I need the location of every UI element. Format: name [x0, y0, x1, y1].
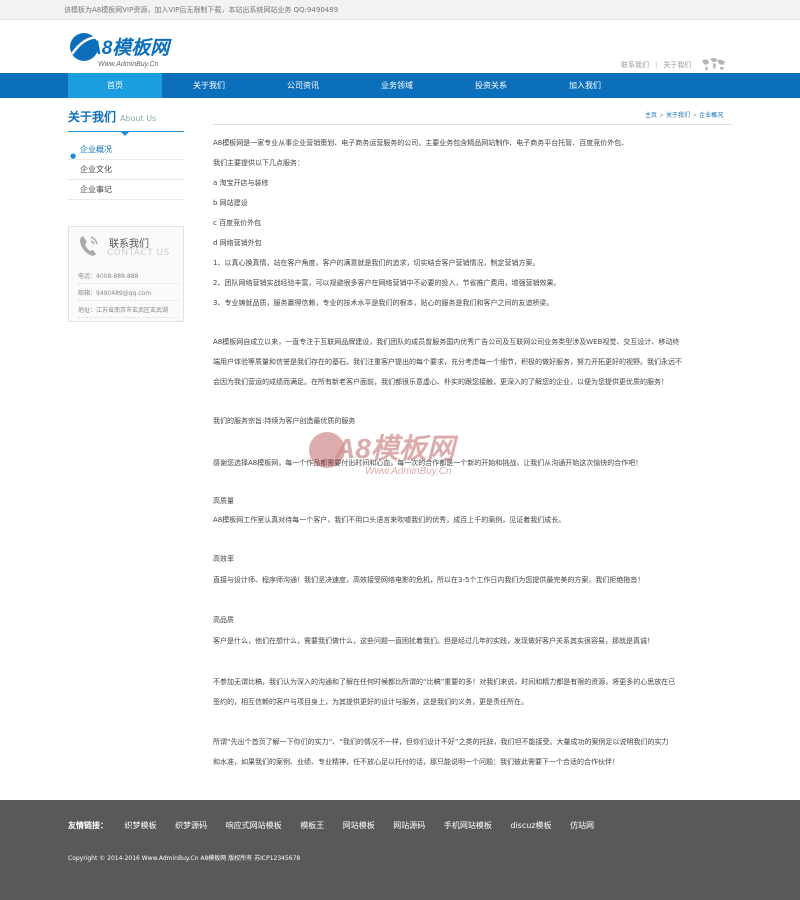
breadcrumb-separator: > — [659, 112, 665, 119]
article-subheading: 高效率 — [213, 555, 234, 563]
article-paragraph: 2、团队网络营销实战经验丰富，可以规避很多客户在网络营销中不必要的投入，节省推广… — [213, 279, 561, 287]
logo-text: A8模板网 — [87, 37, 172, 59]
article-paragraph: 1、以真心换真情，站在客户角度，客户的满意就是我们的追求，切实结合客户营销情况，… — [213, 259, 540, 267]
article-paragraph: 不参加无谓比稿，我们认为深入的沟通和了解在任何时候都比所谓的“比稿”重要的多！对… — [213, 678, 676, 686]
friend-links: 友情链接： 织梦模板 织梦源码 响应式网站模板 模板王 网站模板 网站源码 手机… — [68, 820, 602, 831]
nav-item-news[interactable]: 公司资讯 — [256, 73, 350, 98]
sidebar-title-cn: 关于我们 — [68, 110, 117, 124]
article-paragraph: b 网站建设 — [213, 199, 248, 207]
article-paragraph: 直接与设计师、程序师沟通！我们坚决速度，高效接受网络电影的危机，所以在3-5个工… — [213, 576, 645, 584]
watermark-text: A8模板网 — [334, 433, 459, 464]
article-subheading: 高品质 — [213, 616, 234, 624]
article-paragraph: 端用户体验等质量和信誉是我们存在的基石。我们注重客户提出的每个要求，充分考虑每一… — [213, 358, 682, 366]
sidebar-item-events[interactable]: 企业事记 — [68, 180, 184, 200]
article-paragraph: d 网络营销外包 — [213, 239, 262, 247]
friend-links-label: 友情链接： — [68, 821, 108, 830]
site-header: A8模板网 Www.AdminBuy.Cn 联系我们 | 关于我们 — [0, 20, 800, 73]
article-paragraph: 我们主要提供以下几点服务： — [213, 159, 304, 167]
breadcrumb-divider — [213, 124, 732, 125]
logo-subtext: Www.AdminBuy.Cn — [98, 61, 159, 68]
article-paragraph: a 淘宝开店与装修 — [213, 179, 269, 187]
friend-link[interactable]: 网站源码 — [393, 820, 425, 831]
watermark-subtext: Www.AdminBuy.Cn — [365, 466, 452, 477]
article-paragraph: 和水准，如果我们的案例、业绩、专业精神，任不放心足以托付的话，那只能说明一个问题… — [213, 758, 619, 766]
sidebar-item-label: 企业事记 — [80, 185, 112, 194]
article-paragraph: 会因为我们营运的成绩而满足。在所有新老客户面前，我们都很乐意虚心、朴实的跟您接触… — [213, 378, 668, 386]
friend-link[interactable]: 模板王 — [300, 820, 324, 831]
article-paragraph: 3、专业铸就品质，服务赢得信赖，专业的技术水平是我们的根本，贴心的服务是我们和客… — [213, 299, 554, 307]
header-link-contact[interactable]: 联系我们 — [621, 60, 649, 70]
sidebar-item-label: 企业概况 — [80, 145, 112, 154]
sidebar-title: 关于我们 About Us — [68, 108, 184, 136]
friend-link[interactable]: 织梦模板 — [125, 820, 157, 831]
breadcrumb-home[interactable]: 主页 — [645, 112, 657, 119]
site-logo[interactable]: A8模板网 Www.AdminBuy.Cn — [68, 28, 198, 70]
header-links: 联系我们 | 关于我们 — [621, 60, 691, 70]
friend-link[interactable]: 网站模板 — [343, 820, 375, 831]
copyright-text: Copyright © 2014-2016 Www.AdminBuy.Cn A8… — [68, 855, 301, 862]
watermark-logo: A8模板网 Www.AdminBuy.Cn — [309, 432, 459, 477]
breadcrumb-separator: > — [692, 112, 698, 119]
main-content-area: 关于我们 About Us ● 企业概况 企业文化 企业事记 联系我们 CONTAC… — [0, 98, 800, 798]
main-nav: 首页 关于我们 公司资讯 业务领域 投资关系 加入我们 — [0, 73, 800, 98]
breadcrumb-about[interactable]: 关于我们 — [666, 112, 690, 119]
sidebar-item-label: 企业文化 — [80, 165, 112, 174]
sidebar-title-en: About Us — [120, 114, 157, 123]
world-map-icon — [702, 58, 725, 71]
header-link-separator: | — [655, 61, 658, 69]
article-paragraph: 客户是什么，他们在想什么，需要我们做什么，这些问题一直困扰着我们。但是经过几年的… — [213, 637, 654, 645]
sidebar-item-overview[interactable]: ● 企业概况 — [68, 140, 184, 160]
article-paragraph: A8模板网自成立以来，一直专注于互联网品牌建设，我们团队的成员曾服务国内优秀广告… — [213, 338, 680, 346]
nav-item-about[interactable]: 关于我们 — [162, 73, 256, 98]
nav-item-investor[interactable]: 投资关系 — [444, 73, 538, 98]
top-notice-text: 该模板为A8模板网VIP资源，加入VIP后无限制下载，本站出系统网站业务 QQ:… — [64, 6, 339, 14]
contact-phone: 电话：4008-888-888 — [78, 271, 180, 284]
contact-subtitle: CONTACT US — [107, 248, 170, 258]
contact-address: 地址：江苏省南京市玄武区玄武湖 — [78, 305, 180, 318]
phone-icon — [80, 236, 98, 256]
header-link-about[interactable]: 关于我们 — [663, 60, 691, 70]
friend-link[interactable]: 织梦源码 — [175, 820, 207, 831]
friend-link[interactable]: discuz模板 — [510, 820, 551, 831]
nav-item-home[interactable]: 首页 — [68, 73, 162, 98]
article-paragraph: A8模板网工作室认真对待每一个客户，我们不用口头语言来吹嘘我们的优秀，成百上千的… — [213, 516, 566, 524]
sidebar-item-culture[interactable]: 企业文化 — [68, 160, 184, 180]
sidebar-menu: ● 企业概况 企业文化 企业事记 — [68, 140, 184, 200]
contact-email: 邮箱：9490489@qq.com — [78, 288, 180, 301]
nav-item-join[interactable]: 加入我们 — [538, 73, 632, 98]
article-paragraph: 所谓“先出个首页了解一下你们的实力”、“我们的情况不一样，但你们设计不好”之类的… — [213, 738, 669, 746]
breadcrumb: 主页 > 关于我们 > 企业概况 — [645, 110, 723, 119]
friend-link[interactable]: 仿站网 — [570, 820, 594, 831]
nav-item-business[interactable]: 业务领域 — [350, 73, 444, 98]
friend-link[interactable]: 响应式网站模板 — [226, 820, 282, 831]
friend-link[interactable]: 手机网站模板 — [444, 820, 492, 831]
article-paragraph: 签约的，相互信赖的客户与项目身上，为其提供更好的设计与服务，这是我们的义务，更是… — [213, 698, 528, 706]
sidebar-title-pointer — [120, 131, 130, 136]
article-paragraph: c 百度竞价外包 — [213, 219, 262, 227]
breadcrumb-current[interactable]: 企业概况 — [699, 112, 723, 119]
article-paragraph: A8模板网是一家专业从事企业营销策划、电子商务运营服务的公司，主要业务包含精品网… — [213, 139, 629, 147]
article-subheading: 高质量 — [213, 497, 234, 505]
top-notice-bar: 该模板为A8模板网VIP资源，加入VIP后无限制下载，本站出系统网站业务 QQ:… — [0, 0, 800, 20]
site-footer: 友情链接： 织梦模板 织梦源码 响应式网站模板 模板王 网站模板 网站源码 手机… — [0, 800, 800, 900]
contact-box: 联系我们 CONTACT US 电话：4008-888-888 邮箱：94904… — [68, 226, 184, 322]
